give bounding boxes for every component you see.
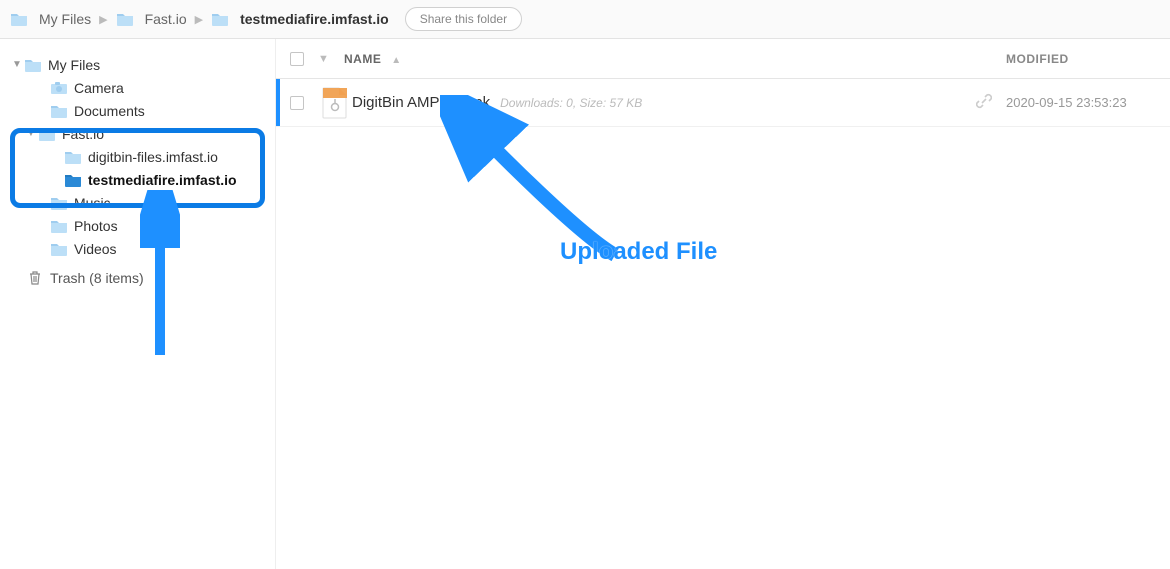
- chevron-right-icon: ▶: [97, 13, 109, 26]
- file-row[interactable]: DigitBin AMP (1).apk Downloads: 0, Size:…: [276, 79, 1170, 127]
- camera-icon: [50, 81, 68, 95]
- tree-label: testmediafire.imfast.io: [88, 172, 237, 188]
- breadcrumb-item-fastio[interactable]: Fast.io: [116, 11, 187, 27]
- breadcrumb-label: My Files: [39, 11, 91, 27]
- file-list-panel: ▼ NAME ▲ MODIFIED DigitBin AMP: [275, 39, 1170, 569]
- tree-label: Music: [74, 195, 111, 211]
- header-dropdown-icon[interactable]: ▼: [318, 53, 344, 65]
- column-header-row: ▼ NAME ▲ MODIFIED: [276, 39, 1170, 79]
- link-icon[interactable]: [976, 93, 1006, 112]
- sidebar: ▼ My Files Camera Documents ▼ Fast.io di…: [0, 39, 275, 569]
- chevron-right-icon: ▶: [193, 13, 205, 26]
- caret-down-icon[interactable]: ▼: [10, 59, 24, 70]
- column-header-name[interactable]: NAME ▲: [344, 52, 1006, 66]
- row-checkbox[interactable]: [290, 96, 304, 110]
- folder-icon: [10, 12, 28, 26]
- select-all-checkbox[interactable]: [290, 52, 304, 66]
- column-label: MODIFIED: [1006, 52, 1069, 66]
- tree-label: Fast.io: [62, 126, 104, 142]
- tree-label: Trash (8 items): [50, 270, 144, 286]
- file-meta: Downloads: 0, Size: 57 KB: [490, 96, 642, 110]
- tree-label: Documents: [74, 103, 145, 119]
- archive-file-icon: [322, 87, 348, 119]
- folder-icon: [38, 127, 56, 141]
- folder-icon: [50, 219, 68, 233]
- column-label: NAME: [344, 52, 381, 66]
- tree-item-photos[interactable]: Photos: [6, 214, 269, 237]
- tree-item-trash[interactable]: Trash (8 items): [6, 266, 269, 289]
- tree-item-testmediafire[interactable]: testmediafire.imfast.io: [6, 168, 269, 191]
- tree-item-fastio[interactable]: ▼ Fast.io: [6, 122, 269, 145]
- selection-indicator: [276, 79, 280, 126]
- trash-icon: [28, 270, 42, 286]
- breadcrumb-item-myfiles[interactable]: My Files: [10, 11, 91, 27]
- tree-item-documents[interactable]: Documents: [6, 99, 269, 122]
- folder-icon: [50, 196, 68, 210]
- folder-icon: [64, 150, 82, 164]
- tree-item-myfiles[interactable]: ▼ My Files: [6, 53, 269, 76]
- folder-icon: [50, 104, 68, 118]
- tree-label: Videos: [74, 241, 117, 257]
- folder-icon: [211, 12, 229, 26]
- tree-item-music[interactable]: Music: [6, 191, 269, 214]
- tree-label: digitbin-files.imfast.io: [88, 149, 218, 165]
- tree-label: Photos: [74, 218, 118, 234]
- file-date: 2020-09-15 23:53:23: [1006, 95, 1156, 110]
- folder-icon: [116, 12, 134, 26]
- share-folder-button[interactable]: Share this folder: [405, 7, 522, 31]
- folder-icon: [64, 173, 82, 187]
- tree-item-camera[interactable]: Camera: [6, 76, 269, 99]
- folder-icon: [50, 242, 68, 256]
- breadcrumb-item-current[interactable]: testmediafire.imfast.io: [211, 11, 389, 27]
- sort-asc-icon: ▲: [385, 55, 401, 66]
- tree-label: Camera: [74, 80, 124, 96]
- breadcrumb-label: Fast.io: [145, 11, 187, 27]
- column-header-modified[interactable]: MODIFIED: [1006, 52, 1156, 66]
- folder-icon: [24, 58, 42, 72]
- tree-label: My Files: [48, 57, 100, 73]
- tree-item-videos[interactable]: Videos: [6, 237, 269, 260]
- tree-item-digitbin[interactable]: digitbin-files.imfast.io: [6, 145, 269, 168]
- file-name: DigitBin AMP (1).apk: [352, 94, 490, 111]
- caret-down-icon[interactable]: ▼: [24, 128, 38, 139]
- breadcrumb-label: testmediafire.imfast.io: [240, 11, 389, 27]
- breadcrumb: My Files ▶ Fast.io ▶ testmediafire.imfas…: [0, 0, 1170, 39]
